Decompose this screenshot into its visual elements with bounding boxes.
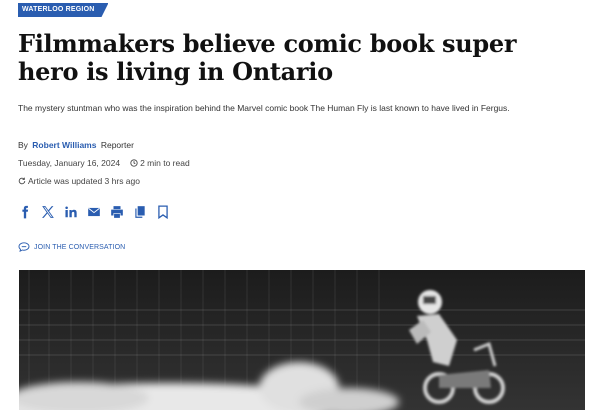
section-tag[interactable]: WATERLOO REGION <box>18 3 108 17</box>
email-icon <box>88 207 100 217</box>
x-icon <box>42 206 54 218</box>
author-role: Reporter <box>100 140 134 150</box>
publish-date: Tuesday, January 16, 2024 <box>18 158 121 168</box>
share-bar <box>17 204 171 220</box>
facebook-icon <box>22 205 29 219</box>
author-link[interactable]: Robert Williams <box>32 140 96 150</box>
linkedin-icon <box>65 206 77 218</box>
article-headline: Filmmakers believe comic book super hero… <box>18 29 517 86</box>
linkedin-share-button[interactable] <box>63 204 79 220</box>
article-photo <box>19 270 585 410</box>
byline-prefix: By <box>18 140 28 150</box>
join-conversation-link[interactable]: JOIN THE CONVERSATION <box>18 242 125 252</box>
updated-row: Article was updated 3 hrs ago <box>18 176 140 186</box>
email-share-button[interactable] <box>86 204 102 220</box>
byline: By Robert Williams Reporter <box>18 140 134 150</box>
facebook-share-button[interactable] <box>17 204 33 220</box>
article-dek: The mystery stuntman who was the inspira… <box>18 103 510 113</box>
clock-icon <box>130 159 138 167</box>
print-button[interactable] <box>109 204 125 220</box>
join-conversation-label: JOIN THE CONVERSATION <box>34 243 126 251</box>
article-meta: Tuesday, January 16, 2024 2 min to read <box>18 158 190 168</box>
copy-link-button[interactable] <box>132 204 148 220</box>
print-icon <box>111 206 123 218</box>
refresh-icon <box>18 177 26 185</box>
copy-icon <box>135 206 145 218</box>
read-time: 2 min to read <box>140 158 190 168</box>
comment-icon <box>18 242 30 252</box>
updated-text: Article was updated 3 hrs ago <box>28 176 140 186</box>
bookmark-icon <box>158 205 168 219</box>
bookmark-button[interactable] <box>155 204 171 220</box>
stuntman-motorcycle-image <box>19 270 585 410</box>
x-share-button[interactable] <box>40 204 56 220</box>
